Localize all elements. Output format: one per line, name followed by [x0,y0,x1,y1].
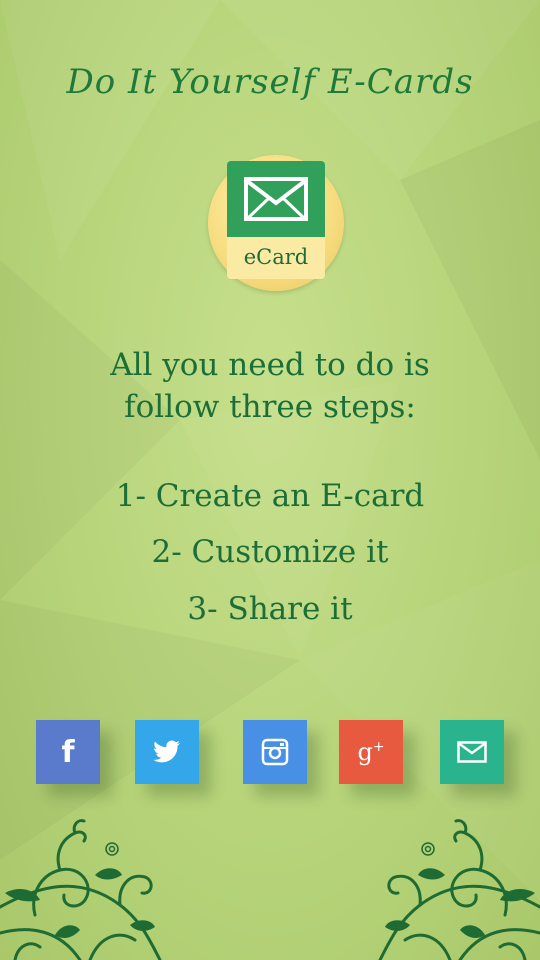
logo-card-top [227,161,325,237]
instagram-icon [261,738,289,766]
intro-text: All you need to do is follow three steps… [0,344,540,428]
instagram-share-button[interactable] [243,720,307,784]
logo-card: eCard [227,161,325,279]
email-icon [457,741,487,763]
email-share-button[interactable] [440,720,504,784]
step-2: 2- Customize it [151,534,389,570]
logo-label: eCard [243,245,309,269]
twitter-icon [153,740,180,763]
envelope-icon [244,177,308,221]
ecard-logo: eCard [208,155,344,291]
step-1: 1- Create an E-card [115,478,425,514]
google-plus-icon: g+ [357,738,385,766]
facebook-share-button[interactable]: f [36,720,100,784]
twitter-share-button[interactable] [135,720,199,784]
step-3: 3- Share it [187,591,353,627]
facebook-icon: f [61,734,75,770]
decorative-vine-left [0,819,162,960]
app-title: Do It Yourself E-Cards [66,62,474,102]
logo-card-bottom: eCard [227,237,325,279]
intro-line-1: All you need to do is [110,347,430,383]
intro-line-2: follow three steps: [124,389,416,425]
decorative-vine-right [378,819,540,960]
google-plus-share-button[interactable]: g+ [339,720,403,784]
